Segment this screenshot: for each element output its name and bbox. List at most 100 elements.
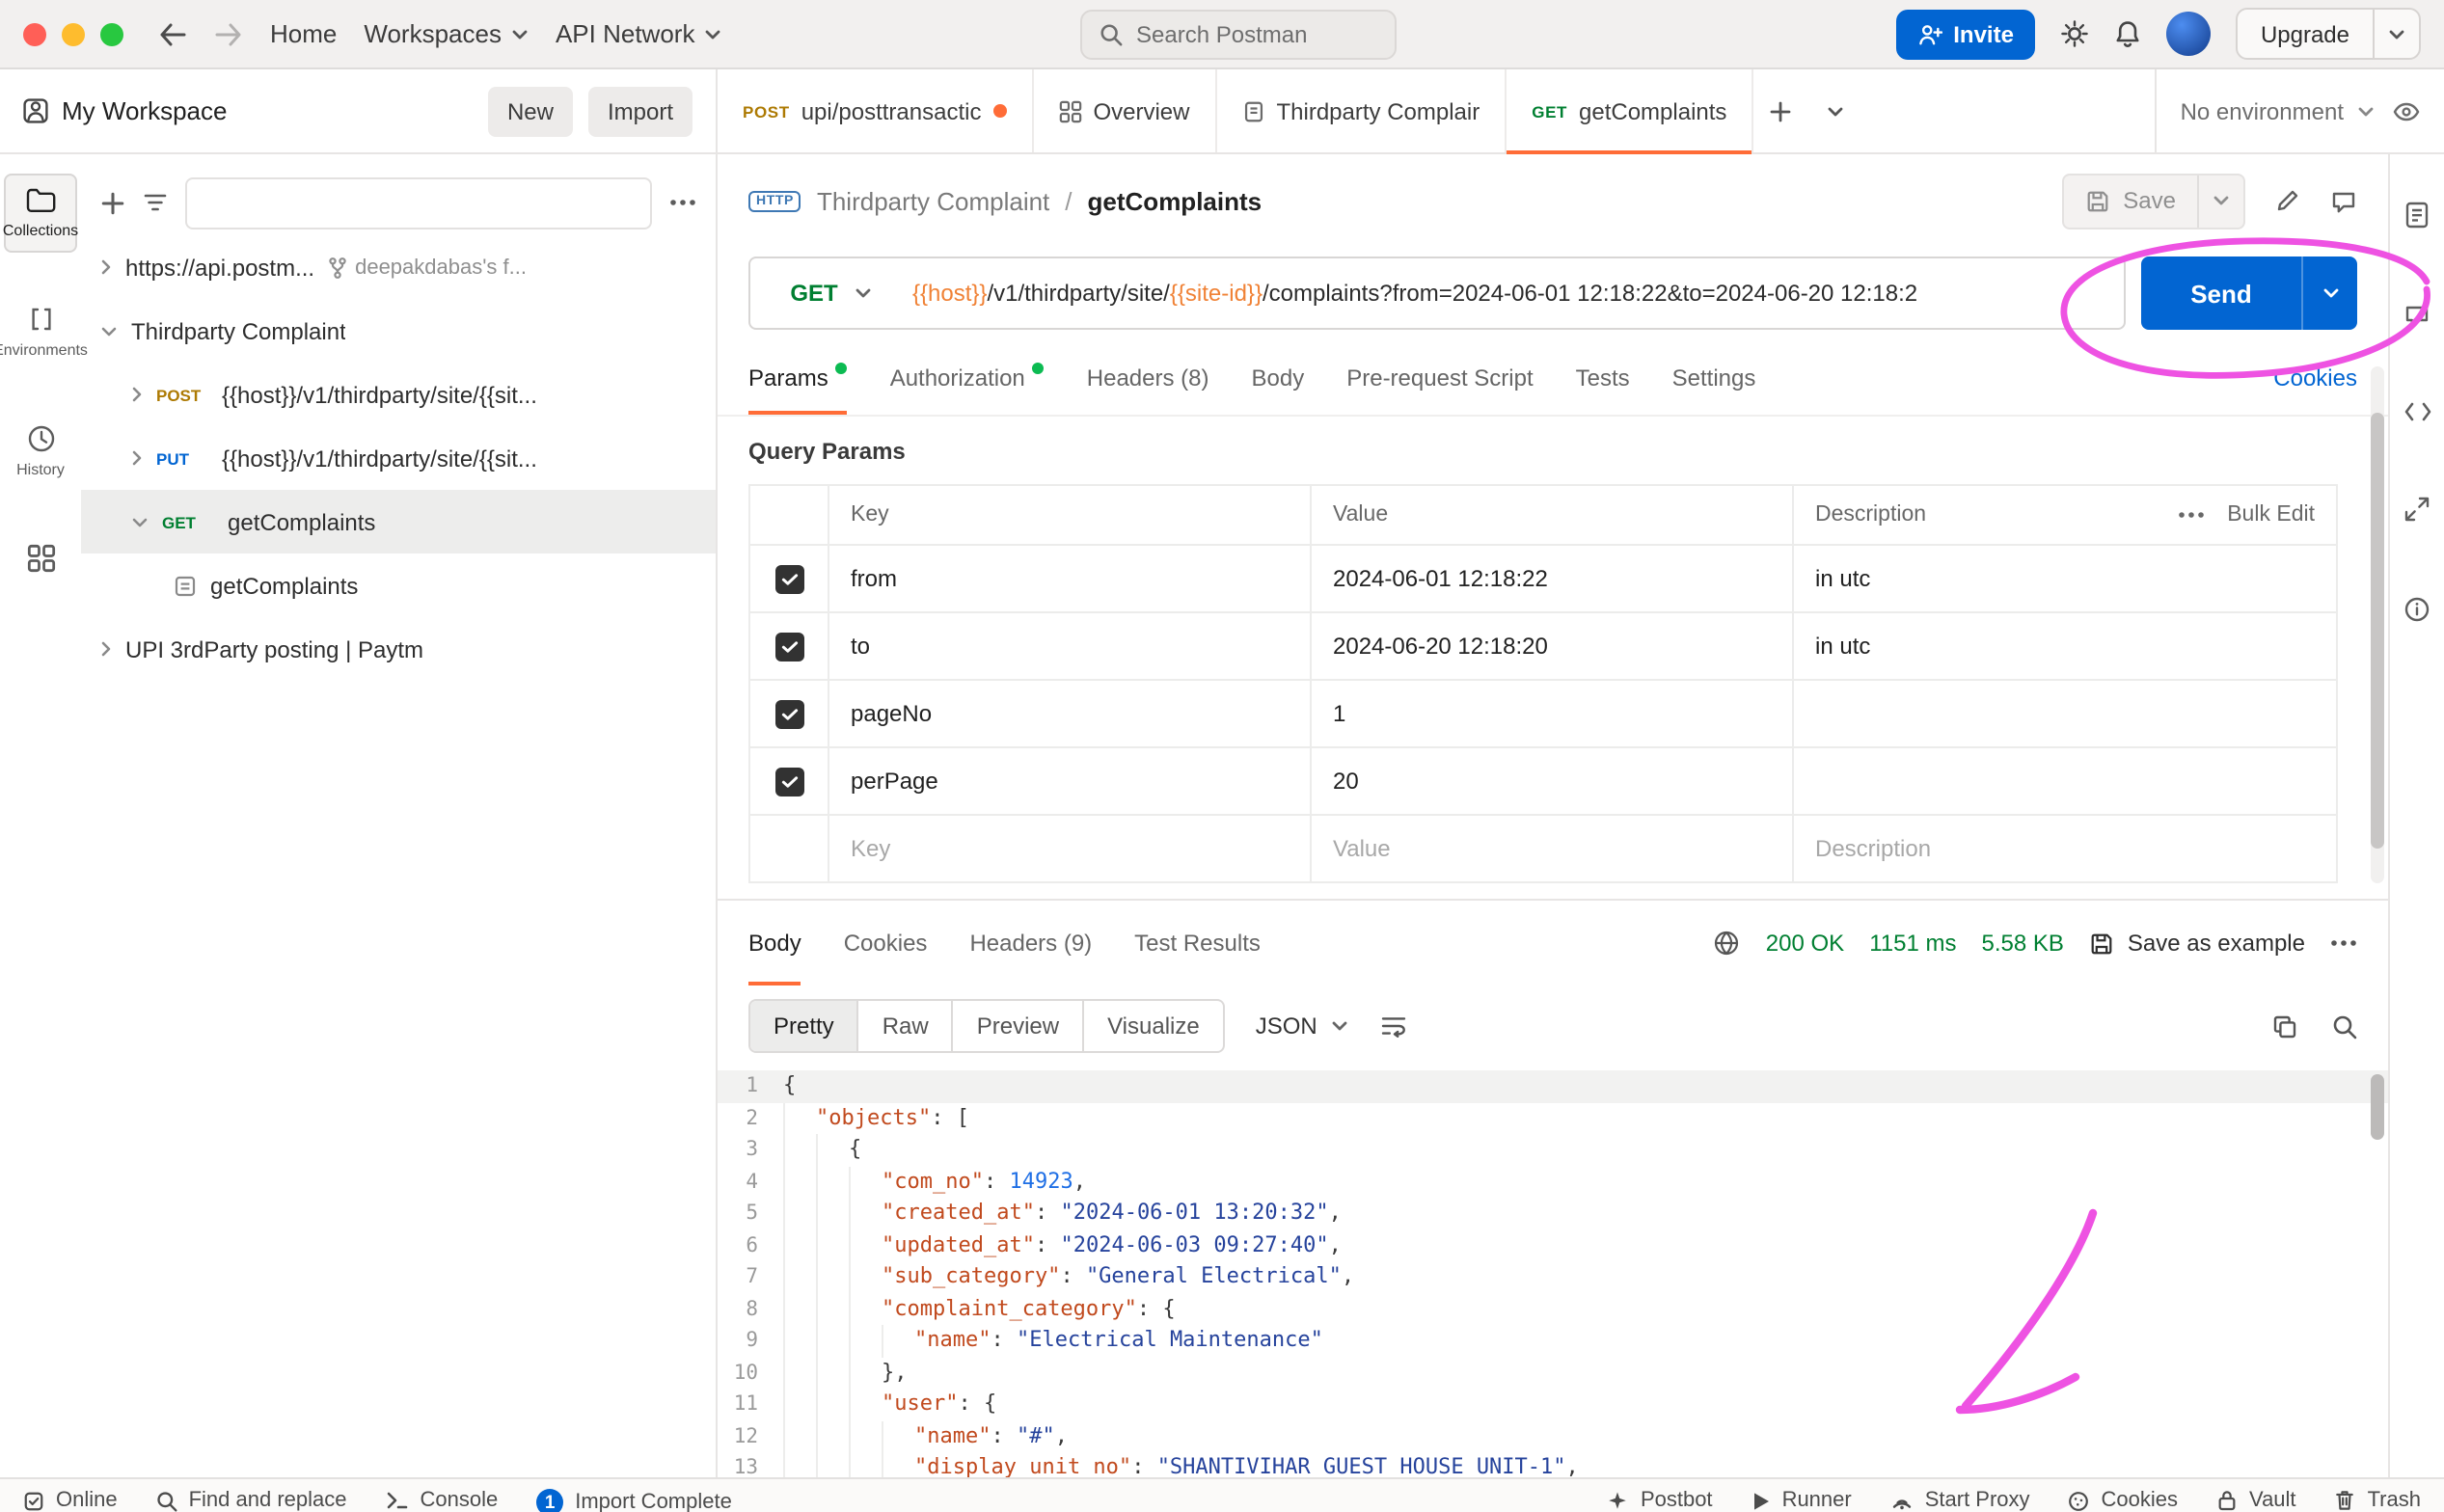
- tab-getcomplaints[interactable]: GET getComplaints: [1507, 69, 1754, 154]
- tab-headers[interactable]: Headers (8): [1087, 339, 1209, 415]
- sidebar-rail-environments[interactable]: Environments: [0, 291, 88, 372]
- import-complete-notice[interactable]: 1 Import Complete: [536, 1489, 732, 1512]
- param-description[interactable]: [1792, 748, 2336, 814]
- chevron-right-icon[interactable]: [100, 258, 112, 276]
- chevron-right-icon[interactable]: [131, 449, 143, 467]
- tree-item-example[interactable]: getComplaints: [81, 554, 716, 617]
- param-key[interactable]: to: [828, 613, 1310, 679]
- documentation-icon[interactable]: [2403, 201, 2430, 230]
- vault-button[interactable]: Vault: [2216, 1489, 2296, 1512]
- tab-body[interactable]: Body: [1252, 339, 1305, 415]
- status-badge[interactable]: 200 OK: [1766, 930, 1844, 957]
- tab-response-headers[interactable]: Headers (9): [969, 901, 1092, 986]
- view-raw[interactable]: Raw: [856, 1001, 952, 1051]
- trash-button[interactable]: Trash: [2335, 1489, 2421, 1512]
- response-more-icon[interactable]: [2330, 939, 2357, 947]
- code-line[interactable]: 1{: [718, 1070, 2388, 1102]
- code-line[interactable]: 4 "com_no": 14923,: [718, 1166, 2388, 1198]
- tree-item-api-request[interactable]: https://api.postm... deepakdabas's f...: [81, 235, 716, 299]
- forward-arrow-icon[interactable]: [214, 22, 243, 45]
- comments-icon[interactable]: [2330, 188, 2357, 213]
- tree-item-post-request[interactable]: POST {{host}}/v1/thirdparty/site/{{sit..…: [81, 363, 716, 426]
- tab-upi-posttransaction[interactable]: POST upi/posttransactic: [718, 69, 1034, 152]
- invite-button[interactable]: Invite: [1895, 9, 2035, 59]
- zoom-window-button[interactable]: [100, 22, 123, 45]
- param-checkbox[interactable]: [774, 632, 803, 661]
- param-value[interactable]: 20: [1310, 748, 1792, 814]
- chevron-right-icon[interactable]: [131, 386, 143, 403]
- param-key[interactable]: from: [828, 546, 1310, 611]
- response-time[interactable]: 1151 ms: [1869, 930, 1956, 957]
- send-options-chevron[interactable]: [2301, 256, 2357, 330]
- param-checkbox[interactable]: [774, 767, 803, 796]
- response-body-viewer[interactable]: 1{2 "objects": [3{4 "com_no": 14923, 5 "crea…: [718, 1066, 2388, 1483]
- network-globe-icon[interactable]: [1714, 930, 1741, 957]
- postbot-button[interactable]: Postbot: [1608, 1489, 1713, 1512]
- workspaces-menu[interactable]: Workspaces: [364, 19, 529, 48]
- chevron-right-icon[interactable]: [100, 640, 112, 658]
- environment-quick-look-icon[interactable]: [2392, 101, 2421, 121]
- code-line[interactable]: 3{: [718, 1134, 2388, 1166]
- expand-icon[interactable]: [2403, 496, 2430, 523]
- upgrade-button[interactable]: Upgrade: [2235, 8, 2421, 60]
- avatar[interactable]: [2165, 12, 2211, 56]
- new-button[interactable]: New: [487, 86, 573, 136]
- new-tab-button[interactable]: [1753, 69, 1807, 152]
- chevron-down-icon[interactable]: [131, 516, 149, 527]
- info-icon[interactable]: [2403, 596, 2430, 623]
- home-menu[interactable]: Home: [270, 19, 337, 48]
- param-checkbox[interactable]: [774, 564, 803, 593]
- upgrade-chevron-icon[interactable]: [2373, 10, 2419, 58]
- tab-response-cookies[interactable]: Cookies: [844, 901, 928, 986]
- comments-icon[interactable]: [2403, 303, 2430, 328]
- tree-item-get-request[interactable]: GET getComplaints: [81, 490, 716, 554]
- code-line[interactable]: 6 "updated_at": "2024-06-03 09:27:40",: [718, 1229, 2388, 1261]
- chevron-down-icon[interactable]: [100, 325, 118, 337]
- tab-overview[interactable]: Overview: [1033, 69, 1217, 152]
- tab-options-chevron[interactable]: [1807, 69, 1861, 152]
- tab-settings[interactable]: Settings: [1672, 339, 1756, 415]
- scrollbar-thumb[interactable]: [2371, 413, 2384, 849]
- sidebar-rail-more-tools[interactable]: [4, 530, 77, 586]
- api-network-menu[interactable]: API Network: [556, 19, 722, 48]
- save-as-example-button[interactable]: Save as example: [2089, 930, 2305, 957]
- workspace-switcher[interactable]: My Workspace: [23, 96, 227, 125]
- code-line[interactable]: 11 "user": {: [718, 1389, 2388, 1420]
- tree-item-collection-thirdparty[interactable]: Thirdparty Complaint: [81, 299, 716, 363]
- copy-icon[interactable]: [2272, 1013, 2297, 1039]
- wrap-lines-icon[interactable]: [1379, 1014, 1408, 1038]
- param-value[interactable]: 2024-06-01 12:18:22: [1310, 546, 1792, 611]
- param-description[interactable]: in utc: [1792, 613, 2336, 679]
- request-scrollbar[interactable]: [2371, 366, 2384, 883]
- save-options-chevron[interactable]: [2197, 175, 2243, 227]
- param-description[interactable]: in utc: [1792, 546, 2336, 611]
- save-button[interactable]: Save: [2061, 173, 2245, 229]
- minimize-window-button[interactable]: [62, 22, 85, 45]
- params-more-icon[interactable]: [2177, 511, 2204, 519]
- cookies-button[interactable]: Cookies: [2069, 1489, 2178, 1512]
- param-description-placeholder[interactable]: Description: [1792, 816, 2336, 881]
- tab-prerequest-script[interactable]: Pre-request Script: [1346, 339, 1533, 415]
- param-value-placeholder[interactable]: Value: [1310, 816, 1792, 881]
- tab-authorization[interactable]: Authorization: [890, 339, 1045, 415]
- param-checkbox[interactable]: [774, 699, 803, 728]
- code-line[interactable]: 2 "objects": [: [718, 1102, 2388, 1134]
- code-line[interactable]: 8 "complaint_category": {: [718, 1293, 2388, 1325]
- collection-search-input[interactable]: [185, 176, 652, 229]
- code-line[interactable]: 7 "sub_category": "General Electrical",: [718, 1261, 2388, 1293]
- add-collection-button[interactable]: [100, 190, 125, 215]
- filter-icon[interactable]: [143, 191, 168, 214]
- tree-item-put-request[interactable]: PUT {{host}}/v1/thirdparty/site/{{sit...: [81, 426, 716, 490]
- url-input[interactable]: {{host}}/v1/thirdparty/site/{{site-id}}/…: [912, 280, 2124, 307]
- environment-selector[interactable]: No environment: [2181, 97, 2375, 124]
- bulk-edit-button[interactable]: Bulk Edit: [2227, 503, 2315, 526]
- console-button[interactable]: Console: [386, 1489, 498, 1512]
- param-key[interactable]: pageNo: [828, 681, 1310, 746]
- global-search-input[interactable]: Search Postman: [1080, 10, 1397, 60]
- tab-test-results[interactable]: Test Results: [1134, 901, 1261, 986]
- cookies-link[interactable]: Cookies: [2273, 364, 2357, 391]
- import-button[interactable]: Import: [587, 86, 692, 136]
- param-description[interactable]: [1792, 681, 2336, 746]
- start-proxy-button[interactable]: Start Proxy: [1890, 1489, 2030, 1512]
- runner-button[interactable]: Runner: [1752, 1489, 1852, 1512]
